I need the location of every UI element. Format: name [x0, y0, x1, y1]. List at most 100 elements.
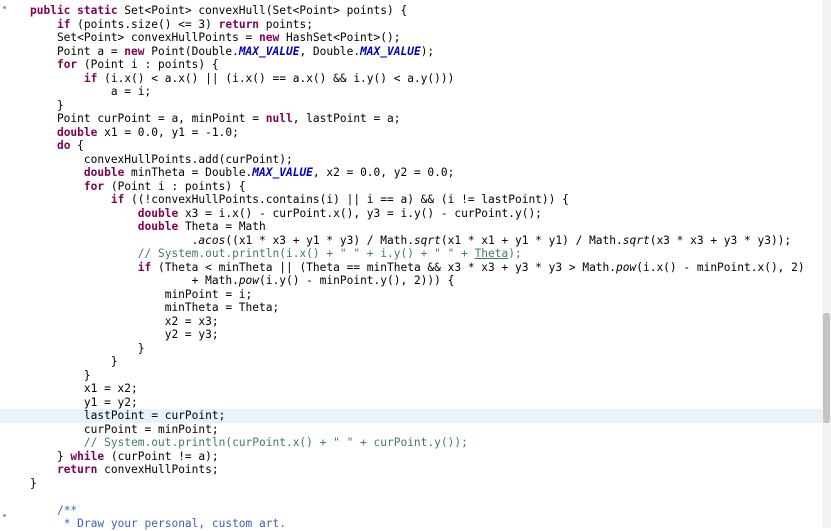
code-line[interactable]: Set<Point> convexHullPoints = new HashSe…	[0, 31, 822, 45]
code-line[interactable]: double Theta = Math	[0, 220, 822, 234]
code-token: null	[265, 112, 293, 125]
code-token: ((!convexHullPoints.contains(i) || i == …	[124, 193, 569, 206]
code-token: new	[259, 31, 280, 44]
code-line[interactable]: x2 = x3;	[0, 315, 822, 329]
code-token: (i.x() < a.x() || (i.x() == a.x() && i.y…	[97, 71, 455, 85]
code-token: minTheta = Theta;	[30, 301, 280, 314]
code-token: }	[30, 449, 71, 463]
code-token: return	[218, 17, 260, 31]
code-token: lastPoint = curPoint;	[30, 409, 226, 422]
code-line[interactable]: if (points.size() <= 3) return points;	[0, 18, 822, 32]
vertical-scrollbar[interactable]	[822, 0, 831, 528]
code-line[interactable]: /**	[0, 504, 822, 518]
code-line[interactable]: convexHullPoints.add(curPoint);	[0, 153, 822, 167]
code-line[interactable]: a = i;	[0, 85, 822, 99]
code-token: y1 = y2;	[30, 395, 138, 409]
code-token: Theta	[474, 247, 509, 260]
code-token: MAX_VALUE	[238, 44, 300, 58]
code-line[interactable]: }	[0, 99, 822, 113]
scrollbar-thumb[interactable]	[823, 313, 830, 423]
code-line[interactable]: lastPoint = curPoint;	[0, 409, 822, 423]
code-line[interactable]: if ((!convexHullPoints.contains(i) || i …	[0, 193, 822, 207]
code-token: Set<Point> convexHullPoints =	[30, 31, 260, 44]
code-token: curPoint = minPoint;	[30, 422, 219, 436]
code-token: new	[124, 44, 145, 58]
code-line[interactable]: curPoint = minPoint;	[0, 423, 822, 437]
code-token: (Point i : points) {	[77, 58, 219, 71]
code-token: MAX_VALUE	[252, 166, 313, 179]
code-token: (x1 * x1 + y1 * y1) / Math.	[440, 233, 623, 247]
code-line[interactable]: for (Point i : points) {	[0, 58, 822, 72]
code-token: x1 = 0.0, y1 = -1.0;	[97, 125, 239, 139]
code-line[interactable]: double x1 = 0.0, y1 = -1.0;	[0, 126, 822, 140]
code-token: /**	[56, 503, 78, 517]
code-token: x2 = x3;	[30, 314, 219, 328]
code-token: if	[56, 17, 71, 31]
code-token: if	[137, 260, 152, 274]
code-token: );	[420, 44, 435, 58]
code-line[interactable]: }	[0, 342, 822, 356]
code-token: minPoint = i;	[30, 287, 253, 301]
code-line[interactable]: }	[0, 369, 822, 383]
code-token: (i.x() - minPoint.x(), 2)	[636, 260, 805, 274]
code-line[interactable]: + Math.pow(i.y() - minPoint.y(), 2))) {	[0, 274, 822, 288]
code-line[interactable]: x1 = x2;	[0, 382, 822, 396]
code-token: pow	[616, 260, 637, 274]
code-token: sqrt	[413, 233, 441, 247]
code-token: }	[30, 476, 37, 490]
code-line[interactable]: }	[0, 477, 822, 491]
code-line[interactable]: }	[0, 355, 822, 369]
code-line[interactable]: minTheta = Theta;	[0, 301, 822, 315]
code-line[interactable]: * Draw your personal, custom art.	[0, 517, 822, 531]
code-token: for	[83, 179, 105, 193]
code-token: convexHullPoints.add(curPoint);	[30, 152, 293, 166]
code-token: do	[56, 139, 71, 152]
code-line[interactable]: return convexHullPoints;	[0, 463, 822, 477]
code-token: Theta = Math	[178, 220, 266, 233]
code-token: MAX_VALUE	[360, 44, 421, 58]
code-token: return	[56, 463, 98, 476]
code-line[interactable]: Point curPoint = a, minPoint = null, las…	[0, 112, 822, 126]
code-line[interactable]: y2 = y3;	[0, 328, 822, 342]
code-token: * Draw your personal, custom art.	[63, 517, 286, 530]
code-token: minTheta = Double.	[124, 166, 253, 179]
code-line[interactable]: // System.out.println(i.x() + " " + i.y(…	[0, 247, 822, 261]
code-token: pow	[238, 274, 260, 287]
code-line[interactable]: double minTheta = Double.MAX_VALUE, x2 =…	[0, 166, 822, 180]
code-line[interactable]	[0, 490, 822, 504]
code-token: (x3 * x3 + y3 * y3));	[649, 233, 792, 247]
code-token: if	[110, 193, 125, 206]
code-line[interactable]: public static Set<Point> convexHull(Set<…	[0, 4, 822, 18]
code-line[interactable]: // System.out.println(curPoint.x() + " "…	[0, 436, 822, 450]
code-line[interactable]: Point a = new Point(Double.MAX_VALUE, Do…	[0, 45, 822, 59]
code-token: double	[137, 220, 179, 233]
code-token: }	[30, 368, 91, 382]
code-token: public static	[30, 4, 125, 17]
code-token: }	[30, 355, 118, 368]
code-token: a = i;	[30, 85, 152, 98]
code-token: , lastPoint = a;	[292, 112, 401, 125]
code-line[interactable]: double x3 = i.x() - curPoint.x(), y3 = i…	[0, 207, 822, 221]
code-line[interactable]: for (Point i : points) {	[0, 180, 822, 194]
code-line[interactable]: y1 = y2;	[0, 396, 822, 410]
code-line[interactable]: if (i.x() < a.x() || (i.x() == a.x() && …	[0, 72, 822, 86]
code-token: (i.y() - minPoint.y(), 2))) {	[259, 274, 455, 287]
code-editor[interactable]: public static Set<Point> convexHull(Set<…	[0, 0, 831, 531]
code-token: for	[56, 58, 78, 71]
code-line[interactable]: minPoint = i;	[0, 288, 822, 302]
code-line[interactable]: if (Theta < minTheta || (Theta == minThe…	[0, 261, 822, 275]
code-token: Set<Point> convexHull(Set<Point> points)…	[124, 4, 408, 17]
code-line[interactable]: .acos((x1 * x3 + y1 * y3) / Math.sqrt(x1…	[0, 234, 822, 248]
code-token: (Point i : points) {	[104, 179, 246, 193]
code-line[interactable]: } while (curPoint != a);	[0, 450, 822, 464]
code-token: double	[56, 125, 98, 139]
code-line[interactable]: do {	[0, 139, 822, 153]
